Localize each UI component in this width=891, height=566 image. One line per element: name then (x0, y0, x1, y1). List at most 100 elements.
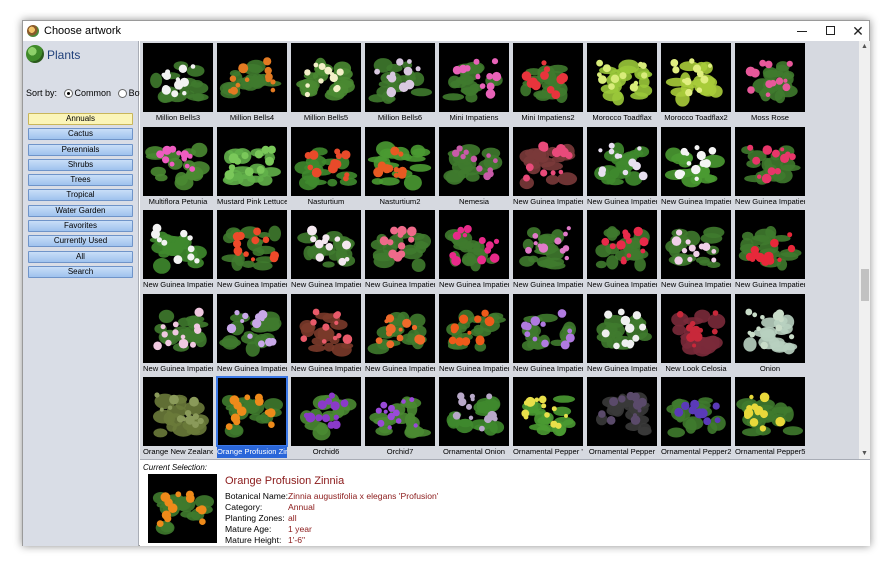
scroll-up-icon[interactable]: ▲ (859, 41, 870, 52)
artwork-tile[interactable]: New Guinea Impatien... (291, 210, 361, 291)
artwork-tile[interactable]: Million Bells4 (217, 43, 287, 124)
category-button-all[interactable]: All (28, 250, 133, 263)
artwork-tile[interactable]: Nasturtium (291, 126, 361, 208)
artwork-tile[interactable]: Ornamental Pepper 'C... (513, 377, 583, 458)
title-bar[interactable]: Choose artwork ✕ (23, 21, 869, 41)
artwork-thumbnail (143, 210, 213, 279)
artwork-label: Onion (735, 362, 805, 375)
artwork-tile[interactable]: New Guinea Impatien... (735, 210, 805, 291)
artwork-tile[interactable]: New Guinea Impatien... (661, 210, 731, 291)
minimize-button[interactable] (788, 21, 816, 41)
artwork-tile[interactable]: New Guinea Impatien... (439, 210, 509, 291)
artwork-tile[interactable]: Multiflora Petunia (143, 126, 213, 208)
artwork-tile[interactable]: New Guinea Impatien... (143, 293, 213, 375)
category-button-annuals[interactable]: Annuals (28, 113, 133, 125)
artwork-tile[interactable]: New Guinea Impatien... (513, 293, 583, 375)
artwork-tile[interactable]: Million Bells6 (365, 43, 435, 124)
artwork-tile[interactable]: New Guinea Impatien... (439, 293, 509, 375)
category-sidebar: Plants Sort by: Common Botanical Annuals… (23, 41, 166, 546)
category-button-water-garden[interactable]: Water Garden (28, 204, 133, 217)
artwork-label: Nasturtium (291, 195, 361, 208)
artwork-tile[interactable]: Mini Impatiens (439, 43, 509, 124)
artwork-thumbnail (735, 126, 805, 196)
artwork-thumbnail (143, 43, 213, 112)
sort-botanical-radio[interactable] (117, 89, 127, 99)
artwork-thumbnail (661, 43, 731, 112)
artwork-tile[interactable]: Moss Rose (735, 43, 805, 124)
artwork-tile[interactable]: Ornamental Pepper5 (735, 377, 805, 458)
category-button-currently-used[interactable]: Currently Used (28, 235, 133, 248)
artwork-tile[interactable]: New Guinea Impatien... (661, 126, 731, 208)
artwork-label: Million Bells3 (143, 112, 213, 124)
artwork-tile[interactable]: Ornamental Pepper (587, 377, 657, 458)
artwork-tile[interactable]: New Guinea Impatien... (587, 210, 657, 291)
artwork-label: Million Bells4 (217, 112, 287, 124)
artwork-label: New Guinea Impatien... (143, 362, 213, 375)
artwork-tile[interactable]: New Guinea Impatien... (217, 293, 287, 375)
maximize-button[interactable] (816, 21, 844, 41)
artwork-tile[interactable]: Ornamental Pepper2 (661, 377, 731, 458)
artwork-tile[interactable]: New Guinea Impatien... (365, 293, 435, 375)
artwork-tile[interactable]: Million Bells3 (143, 43, 213, 124)
artwork-tile[interactable]: Orchid7 (365, 377, 435, 458)
artwork-tile[interactable]: Ornamental Onion (439, 377, 509, 458)
artwork-thumbnail (439, 126, 509, 196)
property-row: Botanical Name:Zinnia augustifolia x ele… (225, 491, 438, 502)
artwork-thumbnail (143, 126, 213, 196)
artwork-label: Ornamental Onion (439, 446, 509, 458)
artwork-tile[interactable]: New Guinea Impatien... (513, 210, 583, 291)
artwork-thumbnail (143, 377, 213, 446)
property-row: Category: Annual (225, 502, 438, 513)
artwork-tile[interactable]: New Guinea Impatien... (143, 210, 213, 291)
artwork-tile[interactable]: Morocco Toadflax2 (661, 43, 731, 124)
artwork-tile[interactable]: Orange New Zealand... (143, 377, 213, 458)
artwork-tile[interactable]: New Guinea Impatien... (587, 126, 657, 208)
scroll-down-icon[interactable]: ▼ (859, 448, 870, 459)
artwork-tile[interactable]: Morocco Toadflax (587, 43, 657, 124)
artwork-tile[interactable]: New Guinea Impatien... (735, 126, 805, 208)
artwork-tile[interactable]: Nemesia (439, 126, 509, 208)
close-icon: ✕ (852, 23, 864, 39)
artwork-tile[interactable]: New Guinea Impatien... (291, 293, 361, 375)
artwork-label: New Guinea Impatien... (143, 279, 213, 291)
property-label: Planting Zones: (225, 513, 285, 523)
artwork-tile[interactable]: Orchid6 (291, 377, 361, 458)
category-button-perennials[interactable]: Perennials (28, 143, 133, 156)
minimize-icon (797, 31, 807, 33)
sort-common-label[interactable]: Common (75, 88, 112, 98)
close-button[interactable]: ✕ (844, 21, 872, 41)
artwork-thumbnail (291, 43, 361, 112)
artwork-tile[interactable]: New Look Celosia (661, 293, 731, 375)
artwork-tile[interactable]: Nasturtium2 (365, 126, 435, 208)
property-value: 1'-6" (288, 535, 306, 545)
artwork-tile[interactable]: Million Bells5 (291, 43, 361, 124)
artwork-label: Ornamental Pepper 'C... (513, 446, 583, 458)
artwork-tile[interactable]: Onion (735, 293, 805, 375)
category-button-search[interactable]: Search (28, 265, 133, 278)
selection-properties: Botanical Name:Zinnia augustifolia x ele… (225, 491, 438, 546)
category-button-shrubs[interactable]: Shrubs (28, 158, 133, 171)
artwork-tile[interactable]: New Guinea Impatiens (513, 126, 583, 208)
artwork-thumbnail (587, 210, 657, 279)
scroll-thumb[interactable] (861, 269, 869, 301)
artwork-tile[interactable]: New Guinea Impatien... (587, 293, 657, 375)
artwork-label: Moss Rose (735, 112, 805, 124)
sort-common-radio[interactable] (63, 89, 73, 99)
artwork-tile[interactable]: Orange Profusion Zin... (216, 376, 288, 458)
category-button-favorites[interactable]: Favorites (28, 220, 133, 233)
artwork-tile[interactable]: Mustard Pink Lettuce (217, 126, 287, 208)
category-button-tropical[interactable]: Tropical (28, 189, 133, 202)
category-button-cactus[interactable]: Cactus (28, 128, 133, 141)
artwork-tile[interactable]: New Guinea Impatien... (365, 210, 435, 291)
artwork-thumbnail (735, 43, 805, 112)
gallery-scrollbar[interactable]: ▲ ▼ (859, 41, 870, 459)
artwork-thumbnail (365, 293, 435, 363)
artwork-thumbnail (513, 126, 583, 196)
artwork-tile[interactable]: New Guinea Impatien... (217, 210, 287, 291)
artwork-label: New Guinea Impatien... (291, 279, 361, 291)
artwork-gallery: Million Bells3 Million Bells4 Million Bell… (140, 41, 870, 459)
artwork-label: New Guinea Impatien... (735, 279, 805, 291)
choose-artwork-dialog: Choose artwork ✕ Plants Sort by: Common … (22, 20, 870, 546)
category-button-trees[interactable]: Trees (28, 174, 133, 187)
artwork-tile[interactable]: Mini Impatiens2 (513, 43, 583, 124)
